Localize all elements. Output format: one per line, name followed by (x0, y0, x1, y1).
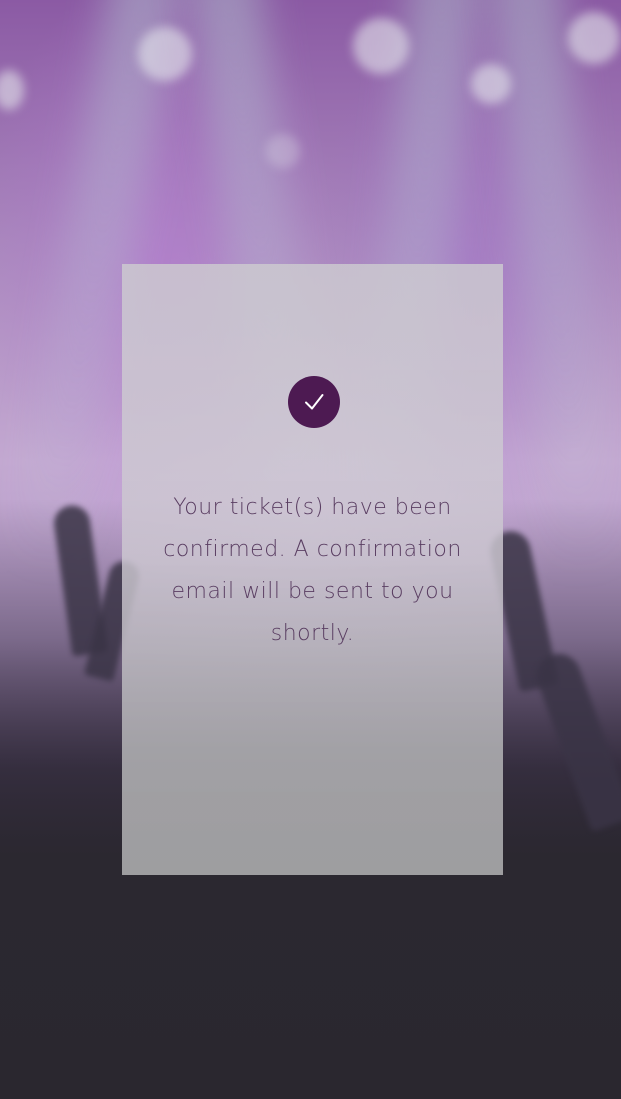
ticket-confirmation-card: Your ticket(s) have been confirmed. A co… (122, 242, 503, 875)
confirmed-badge (288, 376, 340, 428)
stage-light (266, 134, 300, 168)
check-icon (305, 394, 324, 410)
stage-light (0, 70, 24, 110)
confirmation-message: Your ticket(s) have been confirmed. A co… (163, 495, 462, 646)
stage-light (353, 18, 409, 74)
stage-light (471, 64, 511, 104)
stage-light (568, 12, 620, 64)
stage-light (138, 27, 192, 81)
